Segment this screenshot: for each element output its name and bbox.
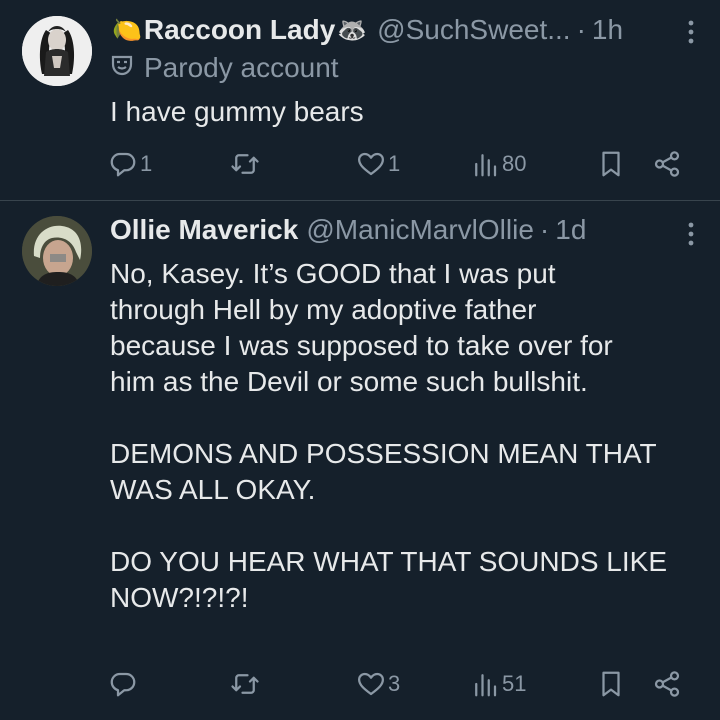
views-button[interactable]: 51 bbox=[470, 666, 526, 702]
retweet-button[interactable] bbox=[230, 666, 262, 702]
parody-mask-icon bbox=[110, 52, 144, 84]
user-handle[interactable]: @SuchSweet... bbox=[377, 14, 570, 46]
user-handle[interactable]: @ManicMarvlOllie bbox=[306, 214, 534, 246]
bookmark-button[interactable] bbox=[596, 146, 626, 182]
parody-label-text: Parody account bbox=[144, 52, 339, 83]
like-button[interactable]: 1 bbox=[356, 146, 400, 182]
tweet[interactable]: Ollie Maverick @ManicMarvlOllie · 1d No,… bbox=[0, 200, 720, 720]
parody-label: Parody account bbox=[110, 52, 339, 84]
more-icon[interactable] bbox=[684, 20, 698, 44]
views-icon bbox=[470, 149, 500, 179]
tweet-header: 🍋 Raccoon Lady 🦝 @SuchSweet... · 1h bbox=[110, 14, 696, 46]
timestamp[interactable]: 1d bbox=[555, 214, 586, 246]
reply-count: 1 bbox=[140, 151, 153, 176]
tweet-header: Ollie Maverick @ManicMarvlOllie · 1d bbox=[110, 214, 696, 246]
tweet-text: I have gummy bears bbox=[110, 96, 364, 127]
separator-dot: · bbox=[539, 214, 550, 245]
bookmark-icon bbox=[596, 149, 626, 179]
more-icon[interactable] bbox=[684, 222, 698, 246]
retweet-icon bbox=[230, 149, 260, 179]
heart-icon bbox=[356, 149, 386, 179]
reply-button[interactable]: 1 bbox=[108, 146, 152, 182]
heart-icon bbox=[356, 669, 386, 699]
share-icon bbox=[652, 669, 682, 699]
tweet-text: No, Kasey. It’s GOOD that I was put thro… bbox=[110, 258, 667, 613]
tweet[interactable]: 🍋 Raccoon Lady 🦝 @SuchSweet... · 1h Paro… bbox=[0, 0, 720, 201]
view-count: 51 bbox=[502, 671, 527, 696]
avatar[interactable] bbox=[22, 216, 92, 286]
timeline-feed: 🍋 Raccoon Lady 🦝 @SuchSweet... · 1h Paro… bbox=[0, 0, 720, 720]
reply-icon bbox=[108, 149, 138, 179]
like-count: 1 bbox=[388, 151, 401, 176]
tweet-actions: 1 1 80 bbox=[108, 146, 698, 182]
timestamp[interactable]: 1h bbox=[592, 14, 623, 46]
share-icon bbox=[652, 149, 682, 179]
reply-icon bbox=[108, 669, 138, 699]
share-button[interactable] bbox=[652, 146, 682, 182]
view-count: 80 bbox=[502, 151, 527, 176]
display-name[interactable]: Raccoon Lady bbox=[144, 14, 335, 46]
reply-button[interactable] bbox=[108, 666, 140, 702]
like-button[interactable]: 3 bbox=[356, 666, 400, 702]
display-name[interactable]: Ollie Maverick bbox=[110, 214, 298, 246]
like-count: 3 bbox=[388, 671, 401, 696]
avatar[interactable] bbox=[22, 16, 92, 86]
bookmark-button[interactable] bbox=[596, 666, 626, 702]
bookmark-icon bbox=[596, 669, 626, 699]
raccoon-emoji: 🦝 bbox=[337, 16, 368, 44]
views-icon bbox=[470, 669, 500, 699]
views-button[interactable]: 80 bbox=[470, 146, 526, 182]
separator-dot: · bbox=[576, 14, 586, 45]
retweet-button[interactable] bbox=[230, 146, 262, 182]
share-button[interactable] bbox=[652, 666, 682, 702]
lemon-emoji: 🍋 bbox=[112, 16, 142, 44]
retweet-icon bbox=[230, 669, 260, 699]
tweet-actions: 3 51 bbox=[108, 666, 698, 702]
